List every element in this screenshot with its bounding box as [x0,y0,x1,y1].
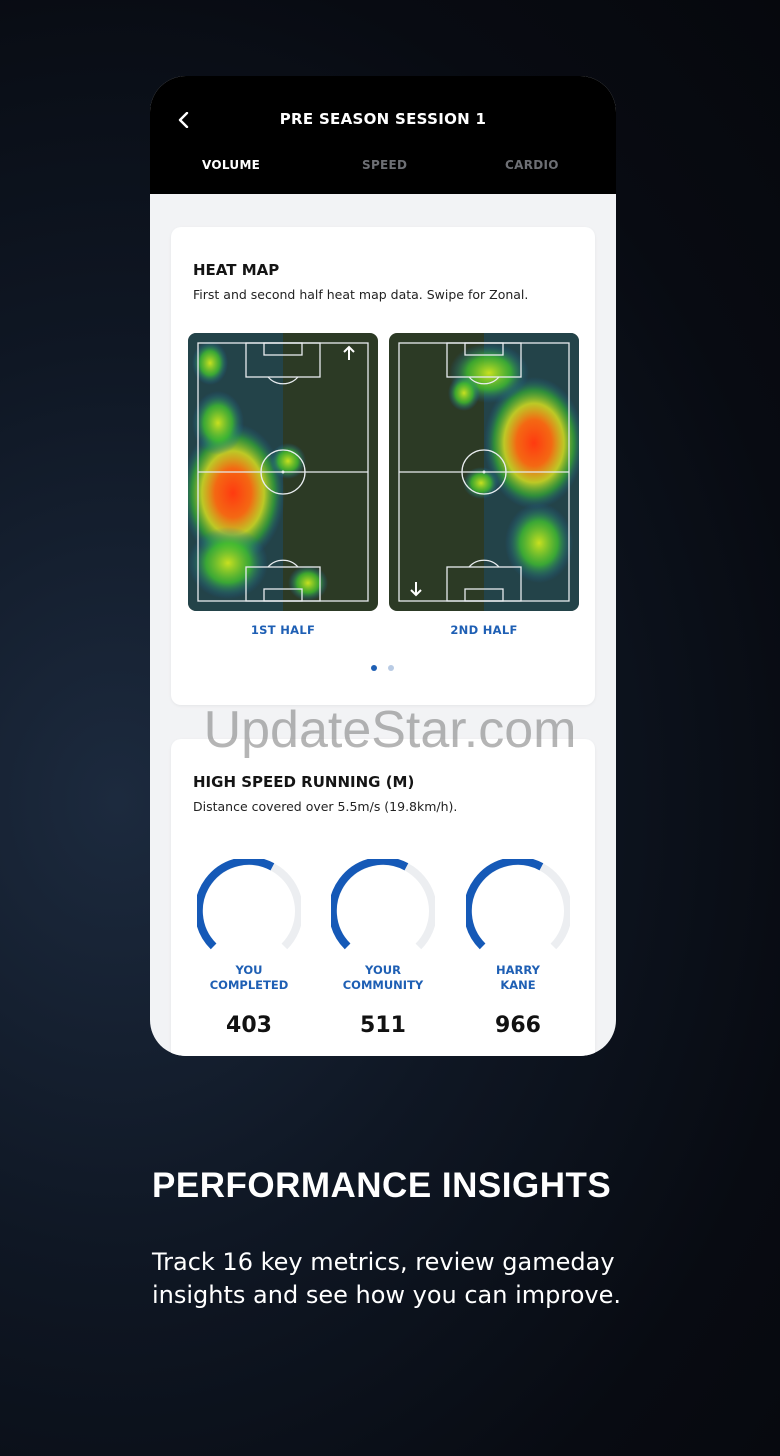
gauge-label-harry-kane: HARRY KANE [496,963,540,992]
tab-cardio[interactable]: CARDIO [505,158,559,172]
up-arrow-icon [343,345,355,360]
gauge-label-you: YOU COMPLETED [209,963,289,992]
promo-headline: PERFORMANCE INSIGHTS [152,1166,612,1205]
heatmap-subtitle: First and second half heat map data. Swi… [193,287,529,302]
gauge-label-community: YOUR COMMUNITY [342,963,424,992]
hsr-subtitle: Distance covered over 5.5m/s (19.8km/h). [193,799,458,814]
tab-volume[interactable]: VOLUME [202,158,260,172]
app-header: PRE SEASON SESSION 1 VOLUME SPEED CARDIO [150,76,616,194]
tab-speed[interactable]: SPEED [362,158,407,172]
heatmap-title: HEAT MAP [193,261,280,279]
gauge-value-you: 403 [226,1013,272,1038]
high-speed-running-card: HIGH SPEED RUNNING (M) Distance covered … [171,739,595,1056]
pagination-dot-active[interactable] [371,665,377,671]
first-half-label: 1ST HALF [250,623,316,637]
second-half-label: 2ND HALF [450,623,518,637]
gauge-your-community [331,859,435,950]
gauge-value-harry-kane: 966 [495,1013,541,1038]
heatmap-card: HEAT MAP First and second half heat map … [171,227,595,705]
pagination-dot[interactable] [388,665,394,671]
promo-body: Track 16 key metrics, review gameday ins… [152,1248,622,1309]
page-title: PRE SEASON SESSION 1 [279,110,487,128]
gauge-you-completed [197,859,301,950]
heatmap-first-half[interactable] [188,333,378,611]
down-arrow-icon [410,582,422,597]
gauge-harry-kane [466,859,570,950]
watermark: UpdateStar.com [203,701,577,759]
hsr-title: HIGH SPEED RUNNING (M) [193,773,415,791]
heatmap-second-half[interactable] [389,333,579,611]
phone-screen: PRE SEASON SESSION 1 VOLUME SPEED CARDIO… [150,76,616,1056]
gauge-value-community: 511 [360,1013,406,1038]
